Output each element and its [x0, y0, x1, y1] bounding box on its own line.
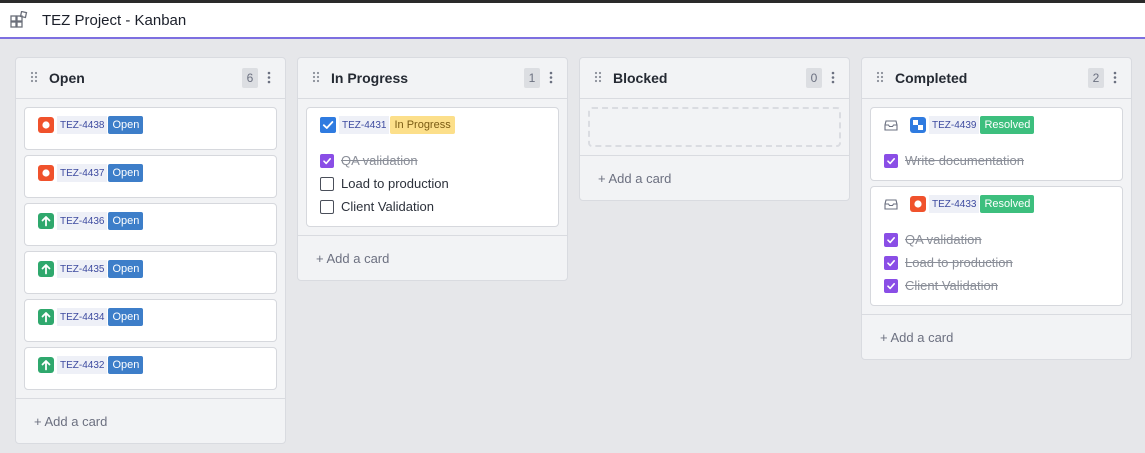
column-card-count: 6 [242, 68, 258, 88]
checklist-item: Client Validation [320, 195, 550, 218]
checklist-item-label: Write documentation [905, 153, 1024, 168]
checklist-item: QA validation [320, 149, 550, 172]
title-bar: TEZ Project - Kanban [0, 3, 1145, 39]
status-badge: Open [108, 164, 144, 182]
archive-icon[interactable] [884, 118, 898, 132]
checklist-item-label: Client Validation [905, 278, 998, 293]
checked-checkbox[interactable] [884, 278, 898, 293]
column-completed: Completed 2 TEZ-4439 Resolved Write document… [861, 57, 1132, 360]
kanban-card[interactable]: TEZ-4439 Resolved Write documentation [870, 107, 1123, 181]
kanban-app-icon [9, 10, 29, 30]
column-title: In Progress [331, 70, 409, 86]
column-menu-icon[interactable] [549, 71, 553, 85]
checklist-item: Client Validation [884, 274, 1114, 297]
task-icon [910, 117, 926, 133]
bug-icon [38, 165, 54, 181]
column-cards: TEZ-4439 Resolved Write documentation TEZ-4… [862, 99, 1131, 315]
drag-handle-icon[interactable] [30, 71, 40, 85]
column-cards: TEZ-4438 Open TEZ-4437 Open TEZ-4436 Open TEZ-… [16, 99, 285, 399]
arrow-up-icon [38, 309, 54, 325]
kanban-card[interactable]: TEZ-4434 Open [24, 299, 277, 342]
kanban-card[interactable]: TEZ-4433 Resolved QA validation Load to pro… [870, 186, 1123, 306]
column-open: Open 6 TEZ-4438 Open TEZ-4437 Open TEZ-4436 Ope… [15, 57, 286, 444]
column-blocked: Blocked 0 + Add a card [579, 57, 850, 201]
checklist-item-label: Load to production [905, 255, 1013, 270]
column-header: In Progress 1 [298, 58, 567, 99]
checklist-item: Write documentation [884, 149, 1114, 172]
column-card-count: 2 [1088, 68, 1104, 88]
issue-key[interactable]: TEZ-4431 [339, 116, 390, 134]
empty-card-placeholder [588, 107, 841, 147]
kanban-card[interactable]: TEZ-4431 In Progress QA validation Load to … [306, 107, 559, 227]
issue-key[interactable]: TEZ-4434 [57, 308, 108, 326]
status-badge: Open [108, 212, 144, 230]
add-card-button[interactable]: + Add a card [580, 156, 849, 200]
checked-checkbox[interactable] [884, 153, 898, 168]
checklist: QA validation Load to production Client Va… [320, 149, 550, 218]
issue-key[interactable]: TEZ-4437 [57, 164, 108, 182]
column-header: Open 6 [16, 58, 285, 99]
status-badge: Open [108, 356, 144, 374]
arrow-up-icon [38, 261, 54, 277]
status-badge: Open [108, 116, 144, 134]
checklist-item-label: Client Validation [341, 199, 434, 214]
checklist-item-label: QA validation [905, 232, 982, 247]
archive-icon[interactable] [884, 197, 898, 211]
column-cards: TEZ-4431 In Progress QA validation Load to … [298, 99, 567, 236]
column-title: Blocked [613, 70, 668, 86]
checklist-item-label: Load to production [341, 176, 449, 191]
add-card-button[interactable]: + Add a card [298, 236, 567, 280]
issue-key[interactable]: TEZ-4436 [57, 212, 108, 230]
kanban-card[interactable]: TEZ-4438 Open [24, 107, 277, 150]
bug-icon [910, 196, 926, 212]
column-header: Blocked 0 [580, 58, 849, 99]
column-menu-icon[interactable] [831, 71, 835, 85]
issue-key[interactable]: TEZ-4435 [57, 260, 108, 278]
column-cards [580, 99, 849, 156]
kanban-card[interactable]: TEZ-4437 Open [24, 155, 277, 198]
status-badge: Resolved [980, 116, 1035, 134]
checklist: QA validation Load to production Client Va… [884, 228, 1114, 297]
column-menu-icon[interactable] [1113, 71, 1117, 85]
issue-key[interactable]: TEZ-4439 [929, 116, 980, 134]
column-card-count: 0 [806, 68, 822, 88]
unchecked-checkbox[interactable] [320, 199, 334, 214]
issue-key[interactable]: TEZ-4432 [57, 356, 108, 374]
arrow-up-icon [38, 357, 54, 373]
kanban-card[interactable]: TEZ-4435 Open [24, 251, 277, 294]
checked-checkbox[interactable] [884, 255, 898, 270]
checklist-item: QA validation [884, 228, 1114, 251]
kanban-card[interactable]: TEZ-4436 Open [24, 203, 277, 246]
unchecked-checkbox[interactable] [320, 176, 334, 191]
bug-icon [38, 117, 54, 133]
issue-key[interactable]: TEZ-4433 [929, 195, 980, 213]
column-in-progress: In Progress 1 TEZ-4431 In Progress QA valida… [297, 57, 568, 281]
column-title: Completed [895, 70, 968, 86]
add-card-button[interactable]: + Add a card [16, 399, 285, 443]
arrow-up-icon [38, 213, 54, 229]
status-badge: Resolved [980, 195, 1035, 213]
status-badge: Open [108, 260, 144, 278]
add-card-button[interactable]: + Add a card [862, 315, 1131, 359]
drag-handle-icon[interactable] [876, 71, 886, 85]
kanban-card[interactable]: TEZ-4432 Open [24, 347, 277, 390]
column-menu-icon[interactable] [267, 71, 271, 85]
column-header: Completed 2 [862, 58, 1131, 99]
drag-handle-icon[interactable] [312, 71, 322, 85]
checklist-item: Load to production [320, 172, 550, 195]
column-card-count: 1 [524, 68, 540, 88]
checklist: Write documentation [884, 149, 1114, 172]
status-badge: In Progress [390, 116, 455, 134]
drag-handle-icon[interactable] [594, 71, 604, 85]
checklist-item: Load to production [884, 251, 1114, 274]
checked-checkbox[interactable] [884, 232, 898, 247]
status-badge: Open [108, 308, 144, 326]
checklist-item-label: QA validation [341, 153, 418, 168]
column-title: Open [49, 70, 85, 86]
checkbox-icon [320, 117, 336, 133]
app-title: TEZ Project - Kanban [42, 11, 187, 29]
issue-key[interactable]: TEZ-4438 [57, 116, 108, 134]
checked-checkbox[interactable] [320, 153, 334, 168]
